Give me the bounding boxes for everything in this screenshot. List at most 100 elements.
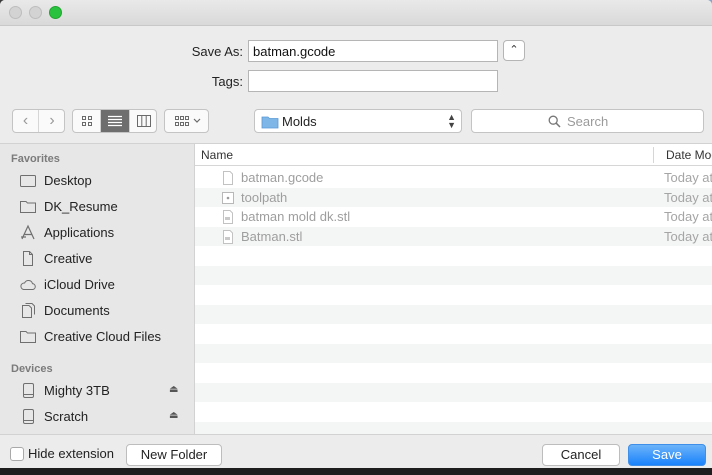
zoom-window-button[interactable]	[49, 6, 62, 19]
file-row[interactable]: toolpath Today at	[195, 187, 712, 207]
empty-row	[195, 304, 712, 324]
view-mode-group	[72, 109, 157, 133]
columns-icon	[137, 115, 151, 127]
arrange-menu-button[interactable]	[164, 109, 209, 133]
minimize-window-button[interactable]	[29, 6, 42, 19]
eject-icon[interactable]: ⏏	[169, 384, 178, 395]
chevron-right-icon: ›	[49, 112, 55, 129]
file-list: Name Date Modified batman.gcode Today at…	[195, 143, 712, 434]
close-window-button[interactable]	[9, 6, 22, 19]
cloud-icon	[20, 280, 36, 290]
sidebar-item-label: iCloud Drive	[44, 277, 115, 292]
list-view-button[interactable]	[101, 110, 129, 132]
stl-file-icon	[223, 229, 233, 244]
sidebar-item-label: Mighty 3TB	[44, 383, 110, 398]
empty-row	[195, 285, 712, 305]
sidebar-item-icloud-drive[interactable]: iCloud Drive	[0, 273, 194, 297]
chevron-left-icon: ‹	[22, 112, 29, 129]
back-button[interactable]: ‹	[13, 110, 39, 132]
sidebar-item-scratch[interactable]: Scratch ⏏	[0, 405, 194, 429]
background-bottom-edge	[0, 468, 712, 475]
search-icon	[548, 115, 561, 128]
file-list-header: Name Date Modified	[195, 144, 712, 166]
sidebar-item-label: Documents	[44, 303, 110, 318]
file-date: Today at	[664, 228, 712, 244]
column-header-date-modified[interactable]: Date Modified	[666, 148, 712, 162]
save-as-input[interactable]	[248, 40, 498, 62]
sidebar-item-dk-resume[interactable]: DK_Resume	[0, 195, 194, 219]
column-view-button[interactable]	[129, 110, 156, 132]
icon-view-button[interactable]	[73, 110, 101, 132]
empty-row	[195, 402, 712, 422]
sidebar-item-creative[interactable]: Creative	[0, 247, 194, 271]
sidebar-item-label: Creative	[44, 251, 93, 266]
sidebar-item-label: Applications	[44, 225, 115, 240]
arrange-grid-icon	[175, 116, 201, 126]
documents-icon	[22, 303, 35, 318]
file-row[interactable]: Batman.stl Today at	[195, 226, 712, 246]
folder-icon	[20, 331, 36, 343]
sidebar-item-label: Desktop	[44, 173, 92, 188]
empty-row	[195, 265, 712, 285]
collapse-dialog-button[interactable]: ⌃	[503, 40, 525, 61]
file-row[interactable]: batman mold dk.stl Today at	[195, 207, 712, 227]
column-header-name[interactable]: Name	[201, 148, 233, 162]
folder-icon	[261, 116, 279, 129]
location-label: Molds	[282, 114, 317, 129]
empty-row	[195, 246, 712, 266]
title-bar	[0, 0, 712, 26]
file-date: Today at	[664, 170, 712, 185]
empty-row	[195, 421, 712, 434]
list-icon	[108, 115, 122, 127]
search-field[interactable]: Search	[471, 109, 704, 133]
sidebar-item-documents[interactable]: Documents	[0, 299, 194, 323]
updown-arrows-icon: ▲ ▼	[447, 112, 456, 130]
executable-icon	[222, 191, 234, 204]
sidebar: Favorites Desktop DK_Resume Applications…	[0, 143, 195, 434]
chevron-up-icon: ⌃	[509, 44, 519, 56]
save-dialog: Save As: ⌃ Tags: ‹ ›	[0, 0, 712, 468]
tags-label: Tags:	[211, 74, 243, 89]
forward-button[interactable]: ›	[39, 110, 65, 132]
stl-file-icon	[223, 210, 233, 224]
applications-icon	[21, 224, 35, 240]
empty-row	[195, 382, 712, 402]
file-name: toolpath	[241, 189, 288, 205]
document-icon	[223, 171, 233, 185]
tags-input[interactable]	[248, 70, 498, 92]
save-as-label: Save As:	[191, 44, 243, 59]
sidebar-item-label: Scratch	[44, 409, 89, 424]
file-name: batman.gcode	[241, 170, 324, 185]
eject-icon[interactable]: ⏏	[169, 410, 178, 421]
sidebar-item-label: Creative Cloud Files	[44, 329, 162, 344]
back-forward-group: ‹ ›	[12, 109, 65, 133]
devices-header: Devices	[11, 363, 53, 375]
file-date: Today at	[664, 189, 712, 205]
favorites-header: Favorites	[11, 153, 60, 165]
document-icon	[23, 251, 33, 266]
desktop-icon	[20, 175, 36, 187]
sidebar-item-creative-cloud-files[interactable]: Creative Cloud Files	[0, 325, 194, 349]
file-row[interactable]: batman.gcode Today at	[195, 168, 712, 188]
sidebar-item-mighty-3tb[interactable]: Mighty 3TB ⏏	[0, 379, 194, 403]
new-folder-button[interactable]: New Folder	[126, 444, 222, 466]
icon-grid-icon	[82, 116, 92, 126]
sidebar-item-desktop[interactable]: Desktop	[0, 169, 194, 193]
cancel-button[interactable]: Cancel	[542, 444, 620, 466]
drive-icon	[23, 409, 34, 424]
folder-icon	[20, 201, 36, 213]
drive-icon	[23, 383, 34, 398]
hide-extension-label[interactable]: Hide extension	[28, 446, 114, 461]
sidebar-item-label: DK_Resume	[44, 199, 118, 214]
file-name: Batman.stl	[241, 228, 303, 244]
empty-row	[195, 324, 712, 344]
search-placeholder: Search	[567, 114, 609, 129]
file-date: Today at	[664, 209, 712, 224]
sidebar-item-applications[interactable]: Applications	[0, 221, 194, 245]
save-button[interactable]: Save	[628, 444, 706, 466]
column-divider[interactable]	[653, 147, 654, 163]
file-name: batman mold dk.stl	[241, 209, 351, 224]
dialog-footer: Hide extension New Folder Cancel Save	[0, 434, 712, 468]
hide-extension-checkbox[interactable]	[10, 447, 24, 461]
location-popup[interactable]: Molds ▲ ▼	[254, 109, 462, 133]
